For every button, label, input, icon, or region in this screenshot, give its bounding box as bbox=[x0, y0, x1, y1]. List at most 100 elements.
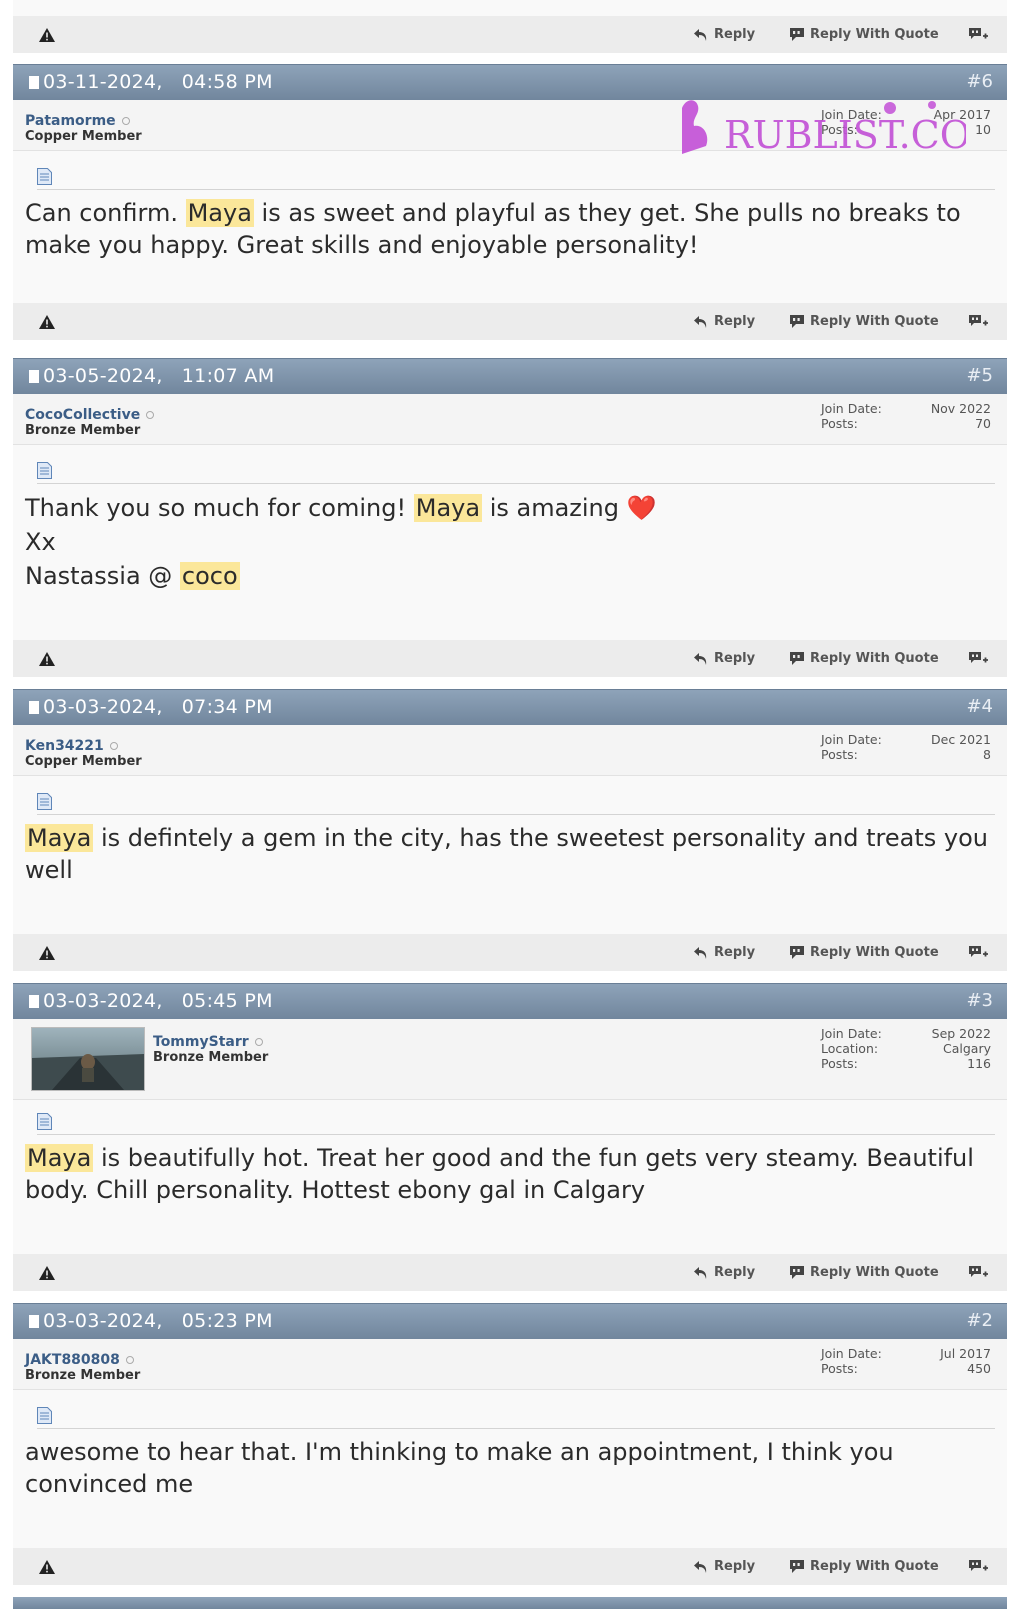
user-rank: Copper Member bbox=[25, 754, 142, 769]
user-info: TommyStarr Bronze Member Join Date: Sep 2… bbox=[13, 1019, 1007, 1100]
post-time: 04:58 PM bbox=[181, 71, 273, 93]
highlight: Maya bbox=[25, 824, 94, 852]
post-header: 03-11-2024, 04:58 PM #6 bbox=[13, 64, 1007, 100]
post-action-bar: Reply Reply With Quote bbox=[13, 1548, 1007, 1585]
username-link[interactable]: Patamorme bbox=[25, 113, 130, 129]
user-rank: Bronze Member bbox=[25, 423, 141, 438]
multi-quote-icon bbox=[968, 1559, 988, 1575]
reply-button[interactable]: Reply bbox=[693, 651, 755, 667]
reply-with-quote-button[interactable]: Reply With Quote bbox=[789, 1265, 939, 1281]
post-action-bar: Reply Reply With Quote bbox=[13, 640, 1007, 677]
post-status-icon bbox=[29, 1315, 39, 1328]
offline-status-icon bbox=[109, 742, 118, 750]
post-number-link[interactable]: #4 bbox=[966, 696, 993, 717]
posts-label: Posts: bbox=[821, 1056, 858, 1071]
post-content: Thank you so much for coming! Maya is am… bbox=[13, 445, 1007, 640]
highlight: coco bbox=[179, 562, 240, 590]
post-message: Maya is beautifully hot. Treat her good … bbox=[25, 1144, 974, 1204]
username-link[interactable]: Ken34221 bbox=[25, 738, 118, 754]
multi-quote-button[interactable] bbox=[968, 1559, 988, 1575]
post-content: awesome to hear that. I'm thinking to ma… bbox=[13, 1390, 1007, 1548]
reply-button[interactable]: Reply bbox=[693, 27, 755, 43]
post-number-link[interactable]: #6 bbox=[966, 71, 993, 92]
post-status-icon bbox=[29, 701, 39, 714]
posts-count: 116 bbox=[967, 1056, 991, 1071]
multi-quote-button[interactable] bbox=[968, 651, 988, 667]
report-icon[interactable] bbox=[39, 652, 55, 666]
reply-with-quote-button[interactable]: Reply With Quote bbox=[789, 27, 939, 43]
multi-quote-icon bbox=[968, 945, 988, 961]
user-stats: Join Date: Nov 2022 Posts: 70 bbox=[821, 401, 991, 431]
report-icon[interactable] bbox=[39, 946, 55, 960]
location-label: Location: bbox=[821, 1041, 879, 1056]
multi-quote-button[interactable] bbox=[968, 945, 988, 961]
post-date: 03-11-2024, bbox=[43, 71, 163, 93]
highlight: Maya bbox=[185, 199, 254, 227]
offline-status-icon bbox=[254, 1038, 263, 1046]
post-message: Can confirm. Maya is as sweet and playfu… bbox=[25, 199, 961, 259]
highlight: Maya bbox=[25, 1144, 94, 1172]
multi-quote-button[interactable] bbox=[968, 27, 988, 43]
location-value: Calgary bbox=[943, 1041, 991, 1056]
reply-with-quote-button[interactable]: Reply With Quote bbox=[789, 945, 939, 961]
post-action-bar: Reply Reply With Quote bbox=[13, 16, 1007, 53]
post-date: 03-03-2024, bbox=[43, 990, 163, 1012]
post-date: 03-03-2024, bbox=[43, 1310, 163, 1332]
post-header: 03-05-2024, 11:07 AM #5 bbox=[13, 358, 1007, 394]
divider bbox=[37, 1134, 995, 1135]
user-rank: Bronze Member bbox=[25, 1368, 141, 1383]
post-number-link[interactable]: #3 bbox=[966, 990, 993, 1011]
multi-quote-button[interactable] bbox=[968, 1265, 988, 1281]
quote-icon bbox=[789, 314, 805, 330]
reply-button[interactable]: Reply bbox=[693, 1559, 755, 1575]
report-icon[interactable] bbox=[39, 315, 55, 329]
reply-button[interactable]: Reply bbox=[693, 945, 755, 961]
post-time: 11:07 AM bbox=[181, 365, 275, 387]
divider bbox=[37, 483, 995, 484]
user-info: CocoCollective Bronze Member Join Date: N… bbox=[13, 394, 1007, 445]
offline-status-icon bbox=[121, 117, 130, 125]
post-message: Maya is defintely a gem in the city, has… bbox=[25, 824, 989, 884]
divider bbox=[37, 1428, 995, 1429]
multi-quote-button[interactable] bbox=[968, 314, 988, 330]
post-file-icon bbox=[37, 1113, 52, 1130]
report-icon[interactable] bbox=[39, 28, 55, 42]
post-file-icon bbox=[37, 793, 52, 810]
post-status-icon bbox=[29, 76, 39, 89]
reply-with-quote-button[interactable]: Reply With Quote bbox=[789, 651, 939, 667]
offline-status-icon bbox=[125, 1356, 134, 1364]
post-time: 07:34 PM bbox=[181, 696, 273, 718]
post-action-bar: Reply Reply With Quote bbox=[13, 1254, 1007, 1291]
quote-icon bbox=[789, 1559, 805, 1575]
post-content: Maya is defintely a gem in the city, has… bbox=[13, 776, 1007, 934]
report-icon[interactable] bbox=[39, 1266, 55, 1280]
user-info: JAKT880808 Bronze Member Join Date: Jul 2… bbox=[13, 1339, 1007, 1390]
posts-label: Posts: bbox=[821, 1361, 858, 1376]
post-content: Can confirm. Maya is as sweet and playfu… bbox=[13, 151, 1007, 303]
join-date-value: Jul 2017 bbox=[940, 1346, 991, 1361]
reply-with-quote-button[interactable]: Reply With Quote bbox=[789, 1559, 939, 1575]
quote-icon bbox=[789, 1265, 805, 1281]
post-status-icon bbox=[29, 995, 39, 1008]
reply-icon bbox=[693, 945, 709, 961]
report-icon[interactable] bbox=[39, 1560, 55, 1574]
reply-with-quote-button[interactable]: Reply With Quote bbox=[789, 314, 939, 330]
avatar[interactable] bbox=[31, 1027, 145, 1091]
post-number-link[interactable]: #5 bbox=[966, 365, 993, 386]
post-header: 03-03-2024, 07:34 PM #4 bbox=[13, 689, 1007, 725]
avatar-image bbox=[32, 1028, 144, 1090]
reply-button[interactable]: Reply bbox=[693, 1265, 755, 1281]
user-rank: Bronze Member bbox=[153, 1050, 269, 1065]
username-link[interactable]: CocoCollective bbox=[25, 407, 155, 423]
reply-icon bbox=[693, 651, 709, 667]
post-number-link[interactable]: #2 bbox=[966, 1310, 993, 1331]
post-message: Thank you so much for coming! Maya is am… bbox=[25, 494, 657, 590]
posts-count: 450 bbox=[967, 1361, 991, 1376]
multi-quote-icon bbox=[968, 314, 988, 330]
username-link[interactable]: TommyStarr bbox=[153, 1034, 263, 1050]
highlight: Maya bbox=[413, 494, 483, 522]
reply-button[interactable]: Reply bbox=[693, 314, 755, 330]
reply-icon bbox=[693, 314, 709, 330]
rublist-watermark-logo: RUBLIST.COM bbox=[682, 100, 966, 157]
username-link[interactable]: JAKT880808 bbox=[25, 1352, 134, 1368]
